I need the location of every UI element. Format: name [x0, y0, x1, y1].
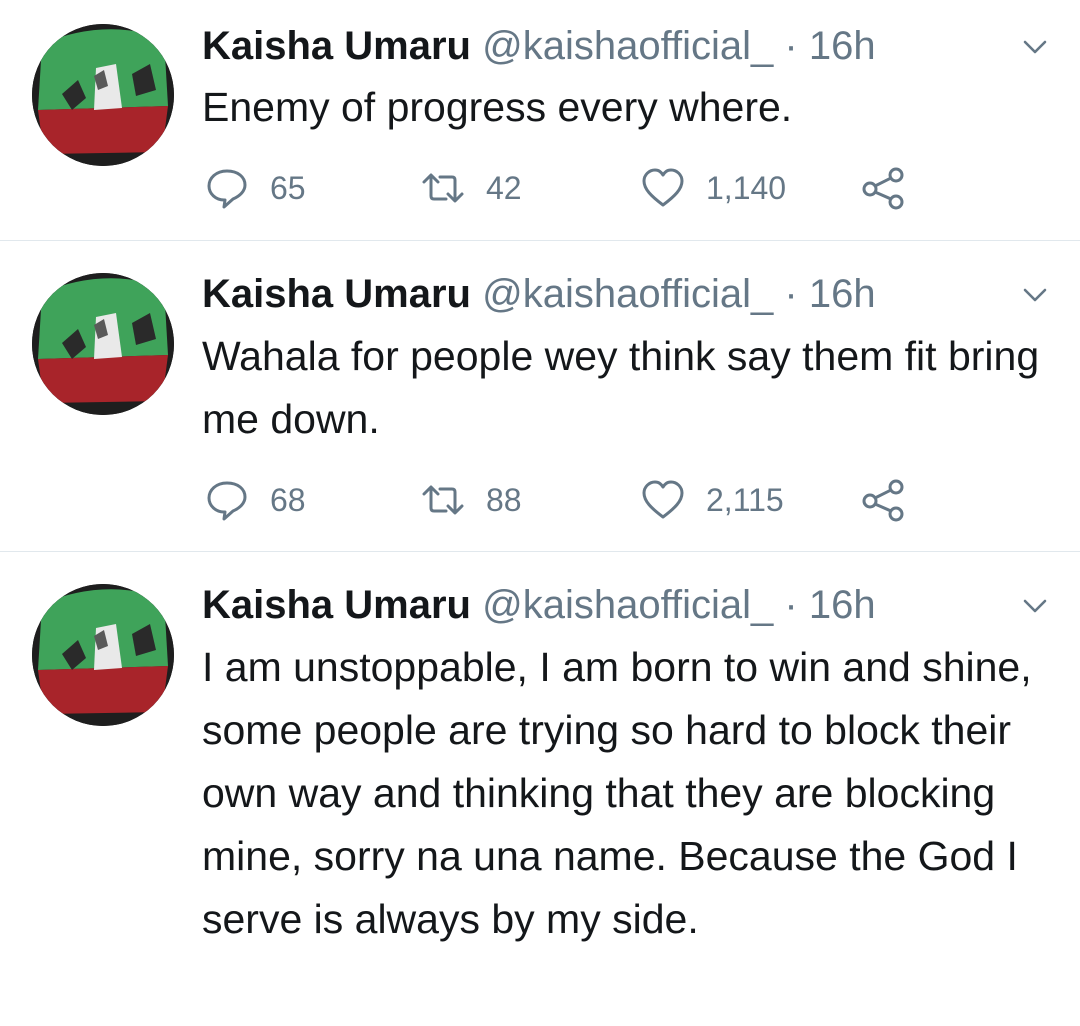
- heart-icon: [642, 480, 684, 519]
- separator-dot: ·: [784, 583, 798, 627]
- avatar[interactable]: [32, 24, 174, 166]
- reply-count: 68: [270, 481, 306, 518]
- tweet-text: I am unstoppable, I am born to win and s…: [202, 644, 1032, 942]
- reply-button[interactable]: 65: [204, 163, 306, 213]
- separator-dot: ·: [784, 24, 798, 68]
- heart-icon: [642, 168, 684, 207]
- tweet-header: Kaisha Umaru @kaishaofficial_ · 16h: [202, 581, 876, 629]
- retweet-count: 42: [486, 169, 522, 206]
- share-icon: [862, 167, 904, 210]
- author-handle[interactable]: @kaishaofficial_: [482, 583, 773, 627]
- retweet-icon: [422, 485, 464, 515]
- retweet-count: 88: [486, 481, 522, 518]
- author-name[interactable]: Kaisha Umaru: [202, 272, 471, 316]
- avatar-image: [32, 273, 174, 415]
- tweet-actions: 65 42 1,140: [202, 163, 942, 213]
- timestamp[interactable]: 16h: [809, 583, 876, 627]
- chevron-down-icon[interactable]: [1018, 30, 1052, 64]
- tweet-text: Enemy of progress every where.: [202, 84, 793, 130]
- share-button[interactable]: [860, 475, 906, 525]
- like-button[interactable]: 1,140: [640, 163, 786, 213]
- share-icon: [862, 479, 904, 522]
- timestamp[interactable]: 16h: [809, 24, 876, 68]
- avatar-image: [32, 584, 174, 726]
- separator-dot: ·: [784, 272, 798, 316]
- timestamp[interactable]: 16h: [809, 272, 876, 316]
- author-name[interactable]: Kaisha Umaru: [202, 583, 471, 627]
- like-count: 2,115: [706, 481, 784, 518]
- tweet-header: Kaisha Umaru @kaishaofficial_ · 16h: [202, 270, 876, 318]
- like-button[interactable]: 2,115: [640, 475, 784, 525]
- tweet-header: Kaisha Umaru @kaishaofficial_ · 16h: [202, 22, 876, 70]
- retweet-icon: [422, 173, 464, 203]
- reply-icon: [207, 169, 247, 209]
- tweet-actions: 68 88 2,115: [202, 475, 942, 525]
- retweet-button[interactable]: 88: [420, 475, 522, 525]
- like-count: 1,140: [706, 169, 787, 206]
- avatar[interactable]: [32, 273, 174, 415]
- chevron-down-icon[interactable]: [1018, 589, 1052, 623]
- tweet[interactable]: Kaisha Umaru @kaishaofficial_ · 16h I am…: [0, 552, 1080, 1026]
- tweet[interactable]: Kaisha Umaru @kaishaofficial_ · 16h Waha…: [0, 241, 1080, 552]
- chevron-down-icon[interactable]: [1018, 278, 1052, 312]
- tweet[interactable]: Kaisha Umaru @kaishaofficial_ · 16h Enem…: [0, 0, 1080, 241]
- reply-icon: [207, 481, 247, 521]
- reply-button[interactable]: 68: [204, 475, 306, 525]
- author-handle[interactable]: @kaishaofficial_: [482, 24, 773, 68]
- tweet-text: Wahala for people wey think say them fit…: [202, 333, 1040, 442]
- share-button[interactable]: [860, 163, 906, 213]
- reply-count: 65: [270, 169, 306, 206]
- avatar[interactable]: [32, 584, 174, 726]
- retweet-button[interactable]: 42: [420, 163, 522, 213]
- avatar-image: [32, 24, 174, 166]
- author-handle[interactable]: @kaishaofficial_: [482, 272, 773, 316]
- author-name[interactable]: Kaisha Umaru: [202, 24, 471, 68]
